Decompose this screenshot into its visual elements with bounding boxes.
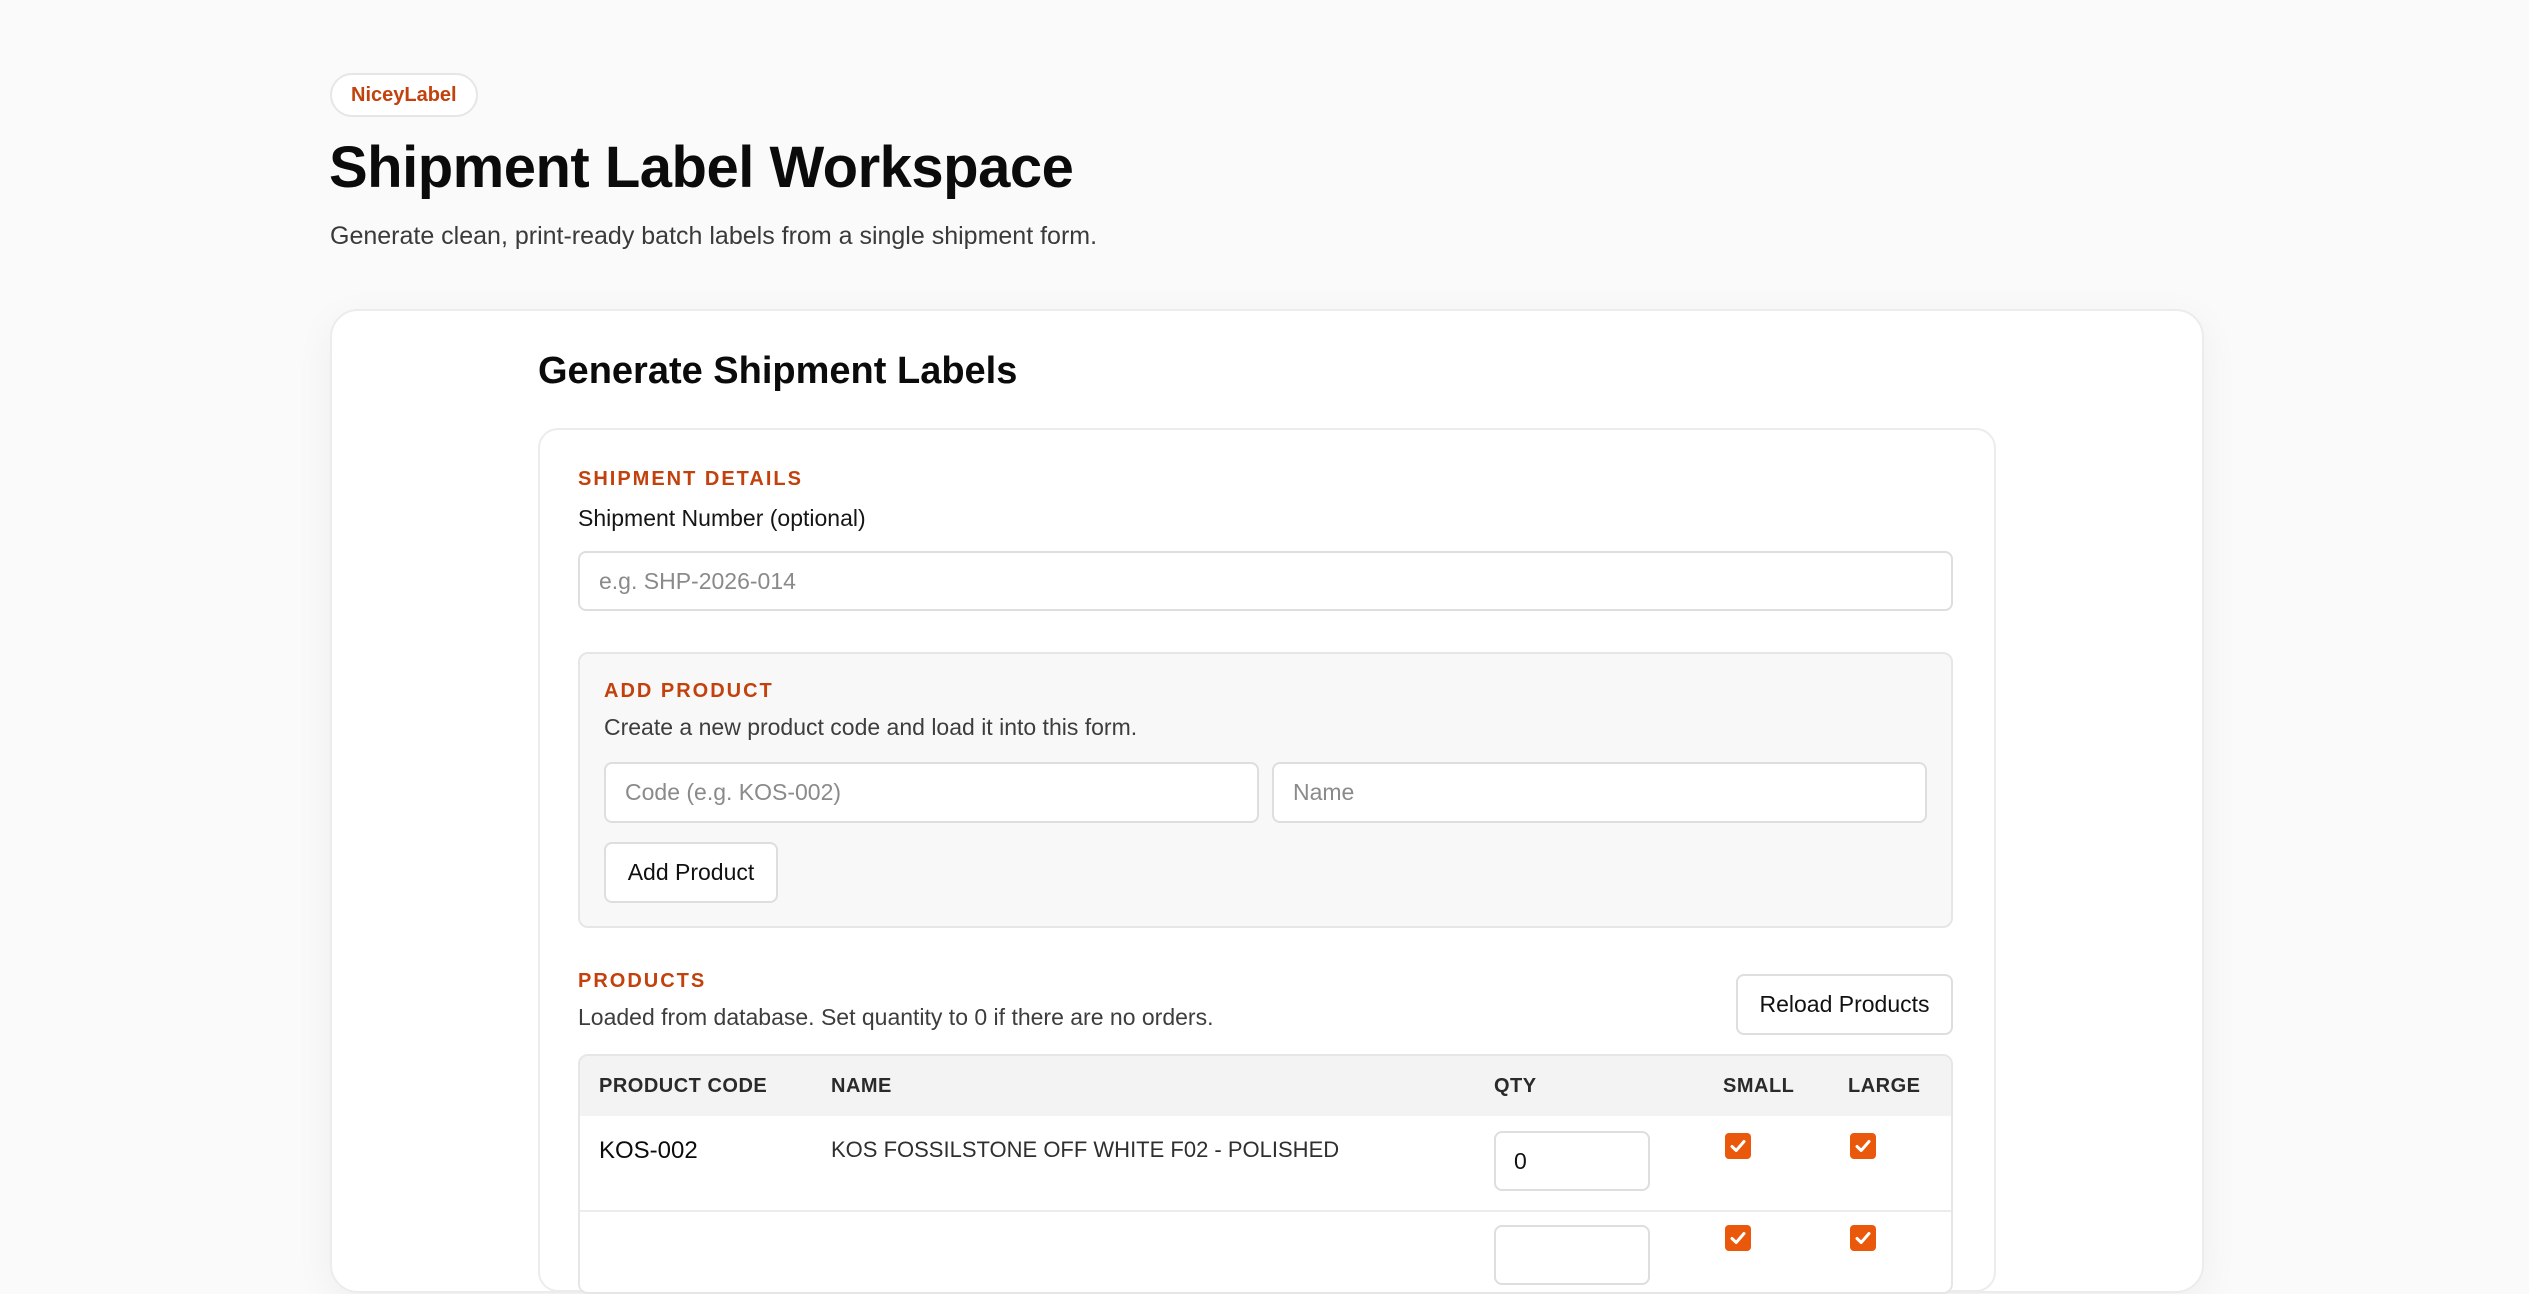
products-heading: PRODUCTS [578, 970, 707, 992]
page: NiceyLabel Shipment Label Workspace Gene… [0, 0, 2529, 1294]
column-header-qty: QTY [1494, 1075, 1537, 1097]
add-product-heading: ADD PRODUCT [604, 680, 774, 702]
product-code-input[interactable] [604, 762, 1259, 823]
product-code-cell: KOS-002 [599, 1137, 698, 1164]
small-checkbox[interactable] [1725, 1133, 1751, 1159]
small-checkbox[interactable] [1725, 1225, 1751, 1251]
column-header-small: SMALL [1723, 1075, 1795, 1097]
check-icon [1730, 1232, 1746, 1244]
shipment-number-input[interactable] [578, 551, 1953, 611]
card-title: Generate Shipment Labels [538, 350, 1018, 392]
shipment-number-label: Shipment Number (optional) [578, 505, 866, 531]
column-header-name: NAME [831, 1075, 892, 1097]
product-name-input[interactable] [1272, 762, 1927, 823]
shipment-details-heading: SHIPMENT DETAILS [578, 468, 803, 490]
check-icon [1855, 1140, 1871, 1152]
table-header: PRODUCT CODE NAME QTY SMALL LARGE [580, 1056, 1951, 1118]
products-table: PRODUCT CODE NAME QTY SMALL LARGE KOS-00… [578, 1054, 1953, 1294]
table-row: KOS-002 KOS FOSSILSTONE OFF WHITE F02 - … [580, 1116, 1951, 1212]
large-checkbox[interactable] [1850, 1225, 1876, 1251]
check-icon [1855, 1232, 1871, 1244]
qty-input[interactable] [1494, 1225, 1650, 1285]
product-name-cell: KOS FOSSILSTONE OFF WHITE F02 - POLISHED [831, 1137, 1340, 1162]
page-subtitle: Generate clean, print-ready batch labels… [330, 222, 1098, 250]
qty-input[interactable] [1494, 1131, 1650, 1191]
reload-products-button[interactable]: Reload Products [1736, 974, 1953, 1035]
add-product-helper: Create a new product code and load it in… [604, 714, 1138, 740]
page-title: Shipment Label Workspace [329, 135, 1074, 200]
table-row [580, 1212, 1951, 1292]
brand-badge: NiceyLabel [330, 73, 478, 117]
column-header-large: LARGE [1848, 1075, 1921, 1097]
large-checkbox[interactable] [1850, 1133, 1876, 1159]
add-product-button[interactable]: Add Product [604, 842, 778, 903]
products-helper: Loaded from database. Set quantity to 0 … [578, 1004, 1214, 1030]
check-icon [1730, 1140, 1746, 1152]
column-header-product-code: PRODUCT CODE [599, 1075, 768, 1097]
